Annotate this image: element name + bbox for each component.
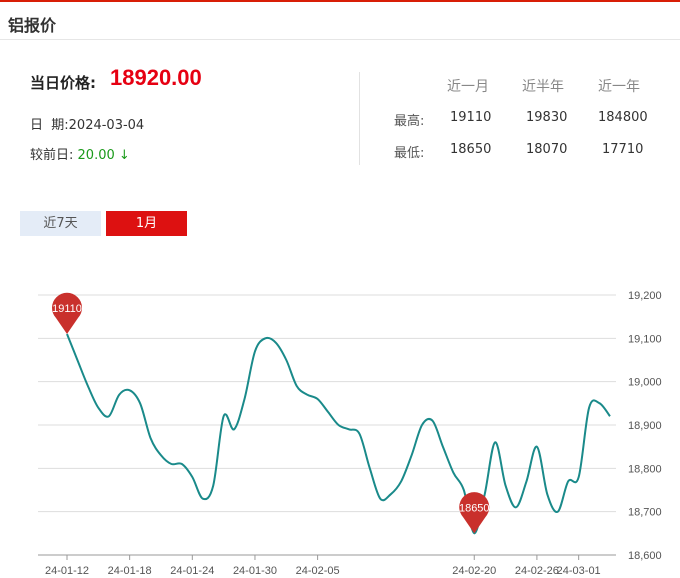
x-tick-label: 24-02-05 (296, 565, 340, 577)
stats-high-halfyear: 19830 (526, 110, 568, 125)
price-value: 18920.00 (110, 65, 202, 90)
price-label: 当日价格: (30, 74, 96, 92)
y-tick-label: 18,600 (628, 550, 662, 562)
stats-header-halfyear: 近半年 (522, 79, 564, 95)
max-marker-label: 19110 (52, 303, 82, 315)
series-line (66, 333, 611, 535)
tab-1-month[interactable]: 1月 (106, 211, 187, 236)
stats-low-month: 18650 (450, 142, 492, 157)
x-tick-label: 24-02-26 (515, 565, 559, 577)
vertical-divider (359, 72, 360, 165)
y-tick-label: 19,100 (628, 333, 662, 345)
stats-row-label-high: 最高: (394, 114, 425, 129)
x-tick-label: 24-01-24 (170, 565, 214, 577)
panel-header: 铝报价 (0, 2, 680, 40)
y-tick-label: 18,800 (628, 463, 662, 475)
x-tick-label: 24-01-30 (233, 565, 277, 577)
x-tick-label: 24-01-18 (108, 565, 152, 577)
stats-low-year: 17710 (602, 142, 644, 157)
stats-header-year: 近一年 (598, 79, 640, 95)
x-tick-label: 24-01-12 (45, 565, 89, 577)
stats-high-year: 184800 (598, 110, 648, 125)
change-value: 20.00 (77, 148, 115, 163)
stats-low-halfyear: 18070 (526, 142, 568, 157)
date-value: 2024-03-04 (68, 118, 145, 133)
y-tick-label: 18,700 (628, 507, 662, 519)
y-tick-label: 19,200 (628, 290, 662, 302)
stats-header-month: 近一月 (447, 79, 489, 95)
change-label: 较前日: (30, 148, 74, 163)
x-tick-label: 24-02-20 (452, 565, 496, 577)
date-label: 日 期: (30, 118, 69, 133)
panel-title: 铝报价 (8, 16, 57, 35)
price-line-chart: 18,600 18,700 18,800 18,900 19,000 19,100 19,2… (38, 290, 662, 577)
stats-high-month: 19110 (450, 110, 492, 125)
stats-row-label-low: 最低: (394, 146, 425, 161)
x-tick-label: 24-03-01 (557, 565, 601, 577)
min-marker-label: 18650 (459, 502, 490, 514)
y-tick-label: 19,000 (628, 377, 662, 389)
y-tick-label: 18,900 (628, 420, 662, 432)
down-arrow-icon: ↓ (118, 148, 130, 163)
date-row: 日 期:2024-03-04 (30, 114, 144, 133)
tab-7-days[interactable]: 近7天 (20, 211, 101, 236)
change-row: 较前日: 20.00 ↓ (30, 144, 130, 163)
